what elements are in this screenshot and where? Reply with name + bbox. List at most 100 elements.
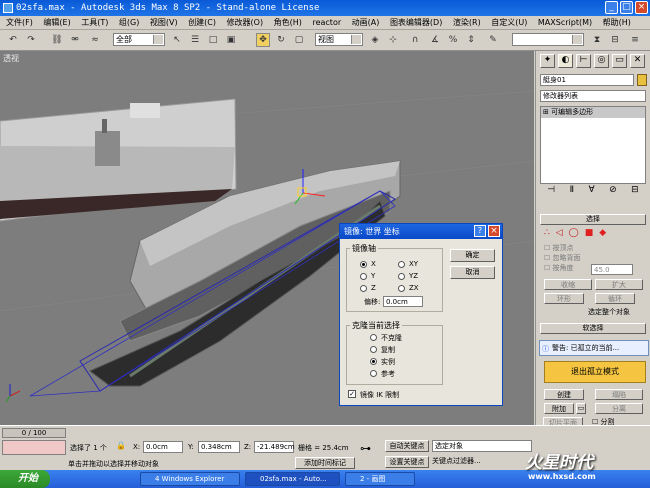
ring-button[interactable]: 环形 <box>544 293 584 304</box>
unlink-icon[interactable]: ⚮ <box>68 33 82 47</box>
reference-coord-dropdown[interactable]: 视图 <box>315 33 363 46</box>
minimize-button[interactable]: _ <box>605 1 618 14</box>
menu-rendering[interactable]: 渲染(R) <box>451 18 483 27</box>
menu-views[interactable]: 视图(V) <box>148 18 180 27</box>
stack-item-editable-poly[interactable]: ⊞ 可编辑多边形 <box>541 107 645 118</box>
undo-icon[interactable]: ↶ <box>6 33 20 47</box>
make-unique-icon[interactable]: ∀ <box>588 185 594 199</box>
menu-graph-editors[interactable]: 图表编辑器(D) <box>388 18 444 27</box>
dialog-close-button[interactable]: × <box>488 225 500 237</box>
grow-button[interactable]: 扩大 <box>595 279 643 290</box>
shrink-button[interactable]: 收缩 <box>544 279 592 290</box>
create-tab-icon[interactable]: ✦ <box>540 54 555 68</box>
object-color-swatch[interactable] <box>637 74 647 86</box>
menu-edit[interactable]: 编辑(E) <box>41 18 72 27</box>
edge-mode-icon[interactable]: ◁ <box>556 228 563 239</box>
named-selection-sets-dropdown[interactable] <box>512 33 584 46</box>
rotate-icon[interactable]: ↻ <box>274 33 288 47</box>
angle-snap-icon[interactable]: ∡ <box>428 33 442 47</box>
layer-manager-icon[interactable]: ≡ <box>628 33 642 47</box>
cancel-button[interactable]: 取消 <box>450 266 495 279</box>
x-coord-field[interactable]: 0.0cm <box>143 441 183 453</box>
menu-customize[interactable]: 自定义(U) <box>489 18 529 27</box>
vertex-mode-icon[interactable]: ∴ <box>544 228 550 239</box>
menu-modifiers[interactable]: 修改器(O) <box>225 18 266 27</box>
axis-yz-radio[interactable] <box>398 273 405 280</box>
time-slider[interactable]: 0 / 100 <box>2 428 66 438</box>
axis-y-radio[interactable] <box>360 273 367 280</box>
menu-character[interactable]: 角色(H) <box>272 18 304 27</box>
polygon-mode-icon[interactable]: ■ <box>585 228 594 239</box>
spinner-snap-icon[interactable]: ⇕ <box>464 33 478 47</box>
loop-button[interactable]: 循环 <box>595 293 635 304</box>
utilities-tab-icon[interactable]: ✕ <box>630 54 645 68</box>
copy-radio[interactable] <box>370 346 377 353</box>
object-name-field[interactable]: 艇身01 <box>540 74 634 86</box>
pin-stack-icon[interactable]: ⊣ <box>547 185 555 199</box>
menu-group[interactable]: 组(G) <box>117 18 141 27</box>
add-time-tag-button[interactable]: 添加时间标记 <box>295 457 355 469</box>
task-3dsmax[interactable]: 02sfa.max - Auto... <box>245 472 340 486</box>
pivot-center-icon[interactable]: ◈ <box>368 33 382 47</box>
menu-create[interactable]: 创建(C) <box>186 18 218 27</box>
key-mode-dropdown[interactable]: 选定对象 <box>432 440 532 452</box>
percent-snap-icon[interactable]: % <box>446 33 460 47</box>
display-tab-icon[interactable]: ▭ <box>612 54 627 68</box>
axis-zx-radio[interactable] <box>398 285 405 292</box>
by-angle-checkbox[interactable]: ☐ 按角度 <box>544 263 581 273</box>
detach-button[interactable]: 分离 <box>595 403 643 414</box>
start-button[interactable]: 开始 <box>0 470 50 488</box>
task-windows-explorer[interactable]: 4 Windows Explorer <box>140 472 240 486</box>
bind-spacewarp-icon[interactable]: ≈ <box>88 33 102 47</box>
remove-modifier-icon[interactable]: ⊘ <box>609 185 617 199</box>
task-paint[interactable]: 2 - 画图 <box>345 472 415 486</box>
create-button[interactable]: 创建 <box>544 389 584 400</box>
collapse-button[interactable]: 塌陷 <box>595 389 643 400</box>
reference-radio[interactable] <box>370 370 377 377</box>
help-button[interactable]: ? <box>474 225 486 237</box>
exit-isolation-button[interactable]: 退出孤立模式 <box>544 361 646 383</box>
key-icon[interactable]: ⊶ <box>360 442 371 455</box>
by-vertex-checkbox[interactable]: ☐ 按顶点 <box>544 243 581 253</box>
angle-spinner[interactable]: 45.0 <box>591 264 633 275</box>
auto-key-button[interactable]: 自动关键点 <box>385 440 429 452</box>
maximize-button[interactable]: □ <box>620 1 633 14</box>
menu-help[interactable]: 帮助(H) <box>601 18 633 27</box>
menu-maxscript[interactable]: MAXScript(M) <box>536 18 594 27</box>
modifier-list-dropdown[interactable]: 修改器列表 <box>540 90 646 102</box>
link-icon[interactable]: ⛓ <box>50 33 64 47</box>
motion-tab-icon[interactable]: ◎ <box>594 54 609 68</box>
selection-rollout-header[interactable]: 选择 <box>540 214 646 225</box>
menu-reactor[interactable]: reactor <box>310 18 343 27</box>
align-icon[interactable]: ⊟ <box>608 33 622 47</box>
key-filters-button[interactable]: 关键点过滤器... <box>432 456 481 466</box>
scale-icon[interactable]: ▢ <box>292 33 306 47</box>
menu-tools[interactable]: 工具(T) <box>79 18 110 27</box>
selection-filter-dropdown[interactable]: 全部 <box>113 33 165 46</box>
ok-button[interactable]: 确定 <box>450 249 495 262</box>
y-coord-field[interactable]: 0.348cm <box>198 441 240 453</box>
select-by-name-icon[interactable]: ☰ <box>188 33 202 47</box>
z-coord-field[interactable]: -21.489cm <box>254 441 295 453</box>
select-object-icon[interactable]: ↖ <box>170 33 184 47</box>
hierarchy-tab-icon[interactable]: ⊢ <box>576 54 591 68</box>
show-end-result-icon[interactable]: Ⅱ <box>570 185 574 199</box>
expand-icon[interactable]: ⊞ <box>543 108 551 116</box>
mirror-ik-checkbox[interactable]: ✓ <box>348 390 356 398</box>
menu-file[interactable]: 文件(F) <box>4 18 35 27</box>
axis-x-radio[interactable] <box>360 261 367 268</box>
configure-sets-icon[interactable]: ⊟ <box>631 185 639 199</box>
redo-icon[interactable]: ↷ <box>24 33 38 47</box>
ignore-backface-checkbox[interactable]: ☐ 忽略背面 <box>544 253 581 263</box>
instance-radio[interactable] <box>370 358 377 365</box>
select-manipulate-icon[interactable]: ⊹ <box>386 33 400 47</box>
axis-z-radio[interactable] <box>360 285 367 292</box>
window-crossing-icon[interactable]: ▣ <box>224 33 238 47</box>
move-icon[interactable]: ✥ <box>256 33 270 47</box>
snap-icon[interactable]: ∩ <box>408 33 422 47</box>
attach-list-icon[interactable]: ▭ <box>576 403 586 414</box>
maxscript-listener[interactable] <box>2 440 66 455</box>
modify-tab-icon[interactable]: ◐ <box>558 54 573 68</box>
viewport-label[interactable]: 透视 <box>3 53 19 64</box>
menu-animation[interactable]: 动画(A) <box>350 18 382 27</box>
